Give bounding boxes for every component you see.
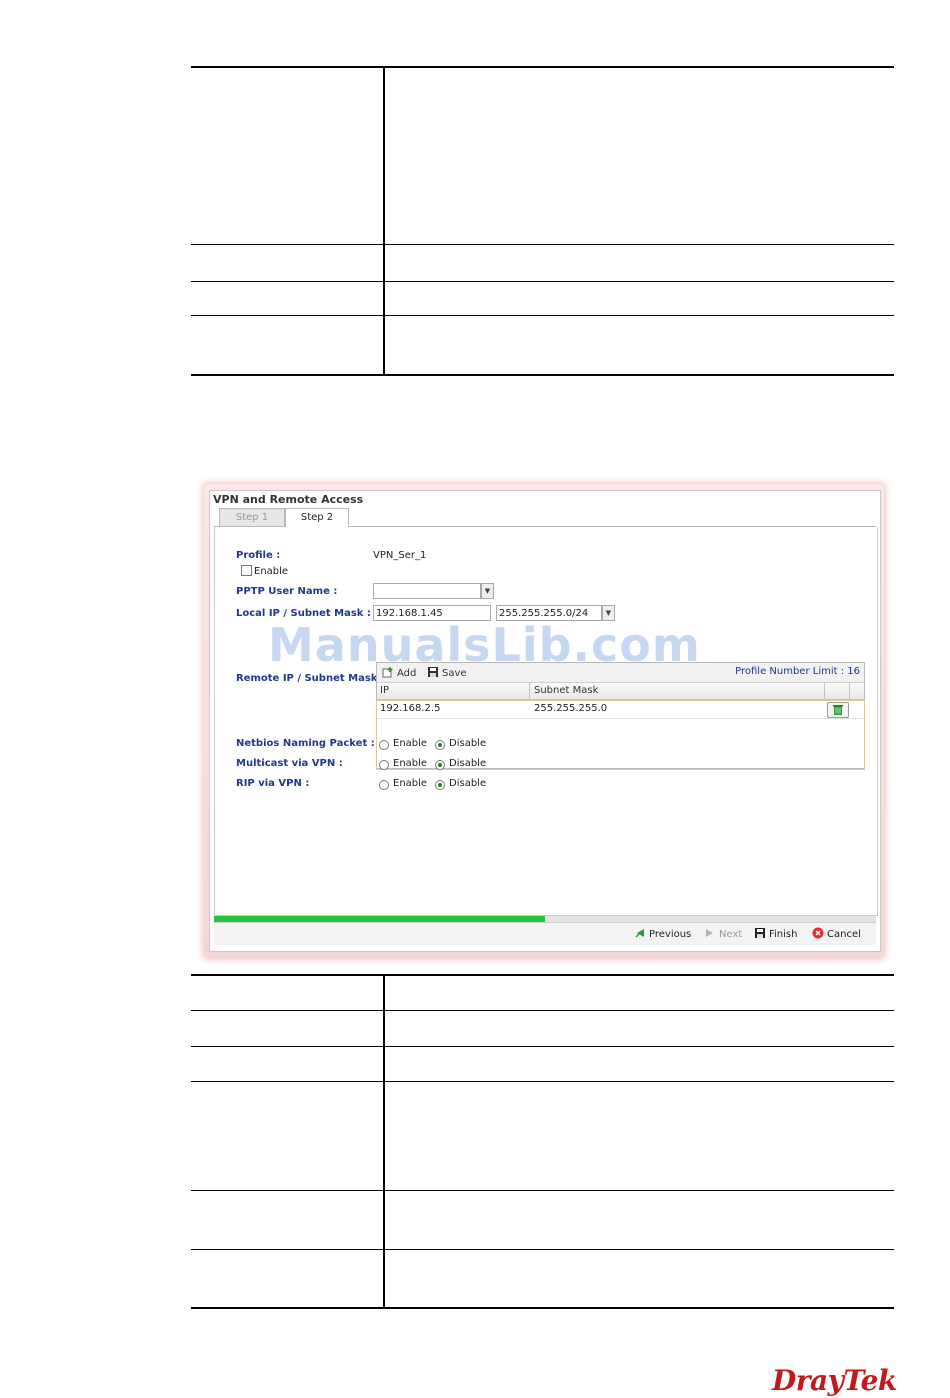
draytek-logo: DrayTek bbox=[772, 1364, 897, 1397]
column-divider bbox=[529, 683, 530, 699]
column-divider bbox=[849, 683, 850, 699]
panel-title: VPN and Remote Access bbox=[213, 493, 364, 506]
multicast-label: Multicast via VPN : bbox=[236, 758, 343, 769]
pptp-user-dropdown-button[interactable]: ▼ bbox=[481, 583, 494, 599]
netbios-enable-label: Enable bbox=[393, 738, 428, 749]
pptp-user-select[interactable] bbox=[373, 583, 481, 599]
multicast-enable-label: Enable bbox=[393, 758, 428, 769]
watermark-text: ManualsLib.com bbox=[268, 618, 701, 672]
tab-step-1[interactable]: Step 1 bbox=[219, 508, 285, 526]
tab-bar: Step 1 Step 2 bbox=[214, 508, 876, 527]
column-divider bbox=[824, 683, 825, 699]
step2-content: Profile : VPN_Ser_1 Enable PPTP User Nam… bbox=[214, 527, 878, 916]
profile-limit-text: Profile Number Limit : 16 bbox=[735, 666, 860, 677]
enable-checkbox[interactable] bbox=[241, 565, 252, 576]
profile-value: VPN_Ser_1 bbox=[373, 550, 427, 561]
grid-header: IP Subnet Mask bbox=[377, 683, 864, 700]
rip-label: RIP via VPN : bbox=[236, 778, 310, 789]
remote-ip-label: Remote IP / Subnet Mask : bbox=[236, 673, 385, 684]
row-ip: 192.168.2.5 bbox=[380, 703, 441, 714]
wizard-footer: Previous Next Finish Cancel bbox=[214, 922, 876, 945]
finish-label: Finish bbox=[769, 929, 798, 940]
save-disk-icon bbox=[755, 928, 765, 938]
netbios-enable-radio[interactable] bbox=[379, 740, 389, 750]
multicast-enable-radio[interactable] bbox=[379, 760, 389, 770]
profile-label: Profile : bbox=[236, 550, 281, 561]
multicast-disable-radio[interactable] bbox=[435, 760, 445, 770]
column-ip: IP bbox=[380, 685, 389, 696]
finish-button[interactable]: Finish bbox=[754, 927, 797, 940]
next-label: Next bbox=[719, 929, 743, 940]
previous-button[interactable]: Previous bbox=[634, 927, 691, 940]
cancel-icon bbox=[812, 927, 824, 939]
delete-row-button[interactable] bbox=[827, 702, 849, 718]
multicast-disable-label: Disable bbox=[449, 758, 487, 769]
wizard-progress-bar bbox=[214, 915, 876, 922]
remote-ip-grid: Add Save Profile Number Limit : 16 IP Su… bbox=[376, 662, 865, 770]
cancel-label: Cancel bbox=[827, 929, 861, 940]
row-subnet-mask: 255.255.255.0 bbox=[534, 703, 608, 714]
trash-icon bbox=[833, 705, 843, 715]
rip-disable-radio[interactable] bbox=[435, 780, 445, 790]
vpn-wizard-panel: VPN and Remote Access Step 1 Step 2 Prof… bbox=[209, 490, 881, 952]
next-arrow-icon bbox=[706, 929, 713, 937]
rip-enable-radio[interactable] bbox=[379, 780, 389, 790]
netbios-disable-label: Disable bbox=[449, 738, 487, 749]
netbios-label: Netbios Naming Packet : bbox=[236, 738, 375, 749]
previous-arrow-icon bbox=[635, 929, 644, 938]
rip-enable-label: Enable bbox=[393, 778, 428, 789]
table-row[interactable]: 192.168.2.5 255.255.255.0 bbox=[377, 700, 864, 719]
tab-step-2[interactable]: Step 2 bbox=[285, 508, 349, 527]
netbios-disable-radio[interactable] bbox=[435, 740, 445, 750]
pptp-user-label: PPTP User Name : bbox=[236, 586, 338, 597]
rip-disable-label: Disable bbox=[449, 778, 487, 789]
cancel-button[interactable]: Cancel bbox=[812, 927, 861, 940]
previous-label: Previous bbox=[649, 929, 692, 940]
next-button[interactable]: Next bbox=[704, 927, 742, 940]
column-subnet-mask: Subnet Mask bbox=[534, 685, 599, 696]
enable-label: Enable bbox=[254, 566, 289, 577]
